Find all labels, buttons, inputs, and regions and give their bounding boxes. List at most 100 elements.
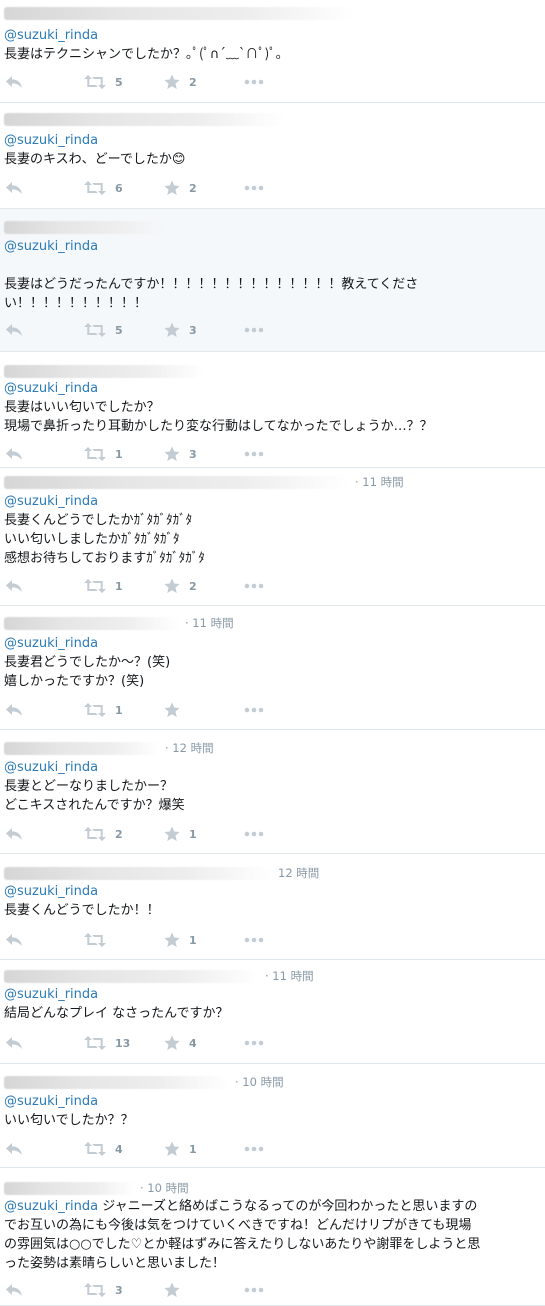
retweet-icon <box>84 703 106 717</box>
reply-button[interactable] <box>5 322 23 338</box>
star-icon <box>164 322 180 338</box>
like-button[interactable]: 2 <box>164 180 197 196</box>
tweet-timestamp[interactable]: · 10 時間 <box>235 1074 284 1090</box>
like-button[interactable]: 2 <box>164 74 197 90</box>
mention-link[interactable]: @suzuki_rinda <box>4 1199 98 1214</box>
tweet-text: @suzuki_rinda 長妻のキスわ、どーでしたか😊 <box>4 131 537 169</box>
like-button[interactable]: 3 <box>164 446 197 462</box>
reply-button[interactable] <box>5 932 23 948</box>
more-button[interactable] <box>244 1282 264 1298</box>
like-count: 1 <box>189 1142 197 1156</box>
like-button[interactable]: 3 <box>164 322 197 338</box>
mention-link[interactable]: @suzuki_rinda <box>4 28 98 43</box>
tweet-actions: 21 <box>0 826 300 842</box>
reply-button[interactable] <box>5 578 23 594</box>
tweet-header: · 10 時間 <box>4 1181 189 1195</box>
more-button[interactable] <box>244 1035 264 1051</box>
retweet-button[interactable] <box>84 932 115 948</box>
tweet-header: · 11 時間 <box>4 475 404 489</box>
mention-link[interactable]: @suzuki_rinda <box>4 884 98 899</box>
retweet-button[interactable]: 4 <box>84 1141 123 1157</box>
mention-link[interactable]: @suzuki_rinda <box>4 636 98 651</box>
blurred-author-name <box>4 112 284 126</box>
tweet[interactable]: · 11 時間 @suzuki_rinda 長妻君どうでしたか～？(笑) 嬉しかっ… <box>0 606 545 730</box>
tweet-actions: 62 <box>0 180 300 196</box>
like-button[interactable]: 1 <box>164 932 197 948</box>
reply-button[interactable] <box>5 74 23 90</box>
mention-link[interactable]: @suzuki_rinda <box>4 133 98 148</box>
retweet-button[interactable]: 3 <box>84 1282 123 1298</box>
more-button[interactable] <box>244 578 264 594</box>
star-icon <box>164 446 180 462</box>
blurred-author-name <box>4 1181 134 1195</box>
more-button[interactable] <box>244 446 264 462</box>
tweet-timestamp[interactable]: · 12 時間 <box>165 740 214 756</box>
like-button[interactable] <box>164 1282 189 1298</box>
tweet-timestamp[interactable]: · 10 時間 <box>140 1180 189 1196</box>
tweet[interactable]: @suzuki_rinda 長妻はテクニシャンでしたか？｡ﾟ(ﾟ∩´﹏`∩ﾟ)ﾟ… <box>0 0 545 103</box>
more-button[interactable] <box>244 180 264 196</box>
like-count: 1 <box>189 933 197 947</box>
retweet-button[interactable]: 5 <box>84 322 123 338</box>
tweet[interactable]: · 10 時間 @suzuki_rinda ジャニーズと絡めばこうなるってのが今回… <box>0 1168 545 1306</box>
tweet-header: · 12 時間 <box>4 741 214 755</box>
more-button[interactable] <box>244 932 264 948</box>
like-count: 3 <box>189 323 197 337</box>
more-button[interactable] <box>244 1141 264 1157</box>
tweet-header <box>4 6 360 20</box>
reply-button[interactable] <box>5 1141 23 1157</box>
reply-button[interactable] <box>5 446 23 462</box>
like-button[interactable]: 1 <box>164 826 197 842</box>
like-button[interactable]: 2 <box>164 578 197 594</box>
star-icon <box>164 180 180 196</box>
reply-icon <box>5 579 23 593</box>
blurred-author-name <box>4 220 164 234</box>
tweet[interactable]: · 10 時間 @suzuki_rinda いい匂いでしたか？？ 4 1 <box>0 1064 545 1168</box>
tweet[interactable]: 12 時間 @suzuki_rinda 長妻くんどうでしたか！！ 1 <box>0 854 545 960</box>
retweet-button[interactable]: 1 <box>84 702 123 718</box>
tweet-text: @suzuki_rinda 長妻とどーなりましたかー？ どこキスされたんですか？… <box>4 758 537 815</box>
tweet[interactable]: @suzuki_rinda 長妻はどうだったんですか！！！！！！！！！！！！！！… <box>0 209 545 352</box>
retweet-button[interactable]: 1 <box>84 578 123 594</box>
like-count: 4 <box>189 1036 197 1050</box>
reply-button[interactable] <box>5 180 23 196</box>
mention-link[interactable]: @suzuki_rinda <box>4 760 98 775</box>
tweet-timestamp[interactable]: 12 時間 <box>278 865 319 881</box>
like-count: 1 <box>189 827 197 841</box>
tweet[interactable]: · 11 時間 @suzuki_rinda 長妻くんどうでしたかｶﾞﾀｶﾞﾀｶﾞﾀ… <box>0 468 545 606</box>
retweet-button[interactable]: 5 <box>84 74 123 90</box>
retweet-button[interactable]: 1 <box>84 446 123 462</box>
tweet[interactable]: · 12 時間 @suzuki_rinda 長妻とどーなりましたかー？ どこキスさ… <box>0 730 545 854</box>
tweet-actions: 41 <box>0 1141 300 1157</box>
reply-button[interactable] <box>5 702 23 718</box>
retweet-button[interactable]: 2 <box>84 826 123 842</box>
more-button[interactable] <box>244 74 264 90</box>
tweet-timestamp[interactable]: · 11 時間 <box>265 968 314 984</box>
reply-button[interactable] <box>5 826 23 842</box>
mention-link[interactable]: @suzuki_rinda <box>4 1094 98 1109</box>
blurred-author-name <box>4 741 159 755</box>
reply-button[interactable] <box>5 1282 23 1298</box>
tweet-text: @suzuki_rinda 長妻君どうでしたか～？(笑) 嬉しかったですか？(笑… <box>4 634 537 691</box>
tweet[interactable]: @suzuki_rinda 長妻のキスわ、どーでしたか😊 6 2 <box>0 103 545 209</box>
retweet-button[interactable]: 13 <box>84 1035 130 1051</box>
retweet-count: 4 <box>115 1142 123 1156</box>
like-button[interactable]: 4 <box>164 1035 197 1051</box>
reply-icon <box>5 75 23 89</box>
mention-link[interactable]: @suzuki_rinda <box>4 381 98 396</box>
mention-link[interactable]: @suzuki_rinda <box>4 239 98 254</box>
retweet-button[interactable]: 6 <box>84 180 123 196</box>
tweet-timestamp[interactable]: · 11 時間 <box>355 474 404 490</box>
like-button[interactable] <box>164 702 189 718</box>
like-button[interactable]: 1 <box>164 1141 197 1157</box>
tweet-timestamp[interactable]: · 11 時間 <box>185 615 234 631</box>
mention-link[interactable]: @suzuki_rinda <box>4 494 98 509</box>
reply-button[interactable] <box>5 1035 23 1051</box>
tweet[interactable]: @suzuki_rinda 長妻はいい匂いでしたか？ 現場で鼻折ったり耳動かした… <box>0 352 545 468</box>
tweet[interactable]: · 11 時間 @suzuki_rinda 結局どんなプレイ なさったんですか？ 1… <box>0 960 545 1064</box>
more-button[interactable] <box>244 702 264 718</box>
mention-link[interactable]: @suzuki_rinda <box>4 987 98 1002</box>
more-button[interactable] <box>244 826 264 842</box>
tweet-text: @suzuki_rinda ジャニーズと絡めばこうなるってのが今回わかったと思い… <box>4 1197 537 1273</box>
more-button[interactable] <box>244 322 264 338</box>
